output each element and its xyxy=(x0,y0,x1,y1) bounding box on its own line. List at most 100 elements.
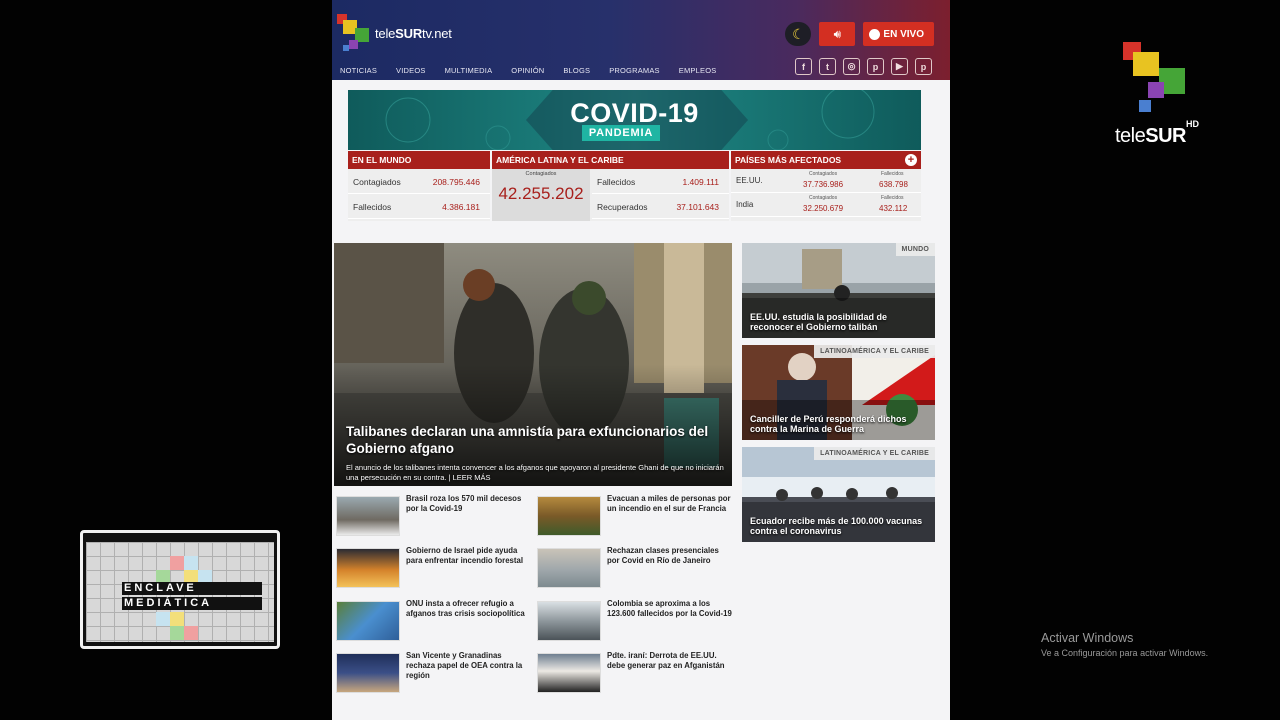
news-thumbnail xyxy=(336,601,400,641)
site-nav: NOTICIAS VIDEOS MULTIMEDIA OPINIÓN BLOGS… xyxy=(340,66,716,75)
nav-item-empleos[interactable]: EMPLEOS xyxy=(679,66,717,75)
nav-item-opinion[interactable]: OPINIÓN xyxy=(511,66,544,75)
card-category-tag[interactable]: LATINOAMÉRICA Y EL CARIBE xyxy=(814,447,935,460)
nav-item-multimedia[interactable]: MULTIMEDIA xyxy=(445,66,493,75)
news-thumbnail xyxy=(537,548,601,588)
stats-countries-header: PAÍSES MÁS AFECTADOS + xyxy=(731,151,921,169)
dark-mode-button[interactable]: ☾ xyxy=(785,22,812,46)
news-thumbnail xyxy=(336,548,400,588)
telesur-hd-logo: teleSUR HD xyxy=(1113,42,1203,152)
logo-bold: SUR xyxy=(1145,125,1186,147)
news-item[interactable]: Rechazan clases presenciales por Covid e… xyxy=(535,546,731,590)
country-name: EE.UU. xyxy=(736,176,763,185)
nav-item-videos[interactable]: VIDEOS xyxy=(396,66,426,75)
brand-prefix: tele xyxy=(375,25,396,41)
news-item[interactable]: ONU insta a ofrecer refugio a afganos tr… xyxy=(334,599,530,643)
sound-button[interactable]: 🔊︎ xyxy=(819,22,856,46)
hero-title[interactable]: Talibanes declaran una amnistía para exf… xyxy=(346,423,726,457)
deaths-caption: Fallecidos xyxy=(881,171,904,177)
expand-plus-icon[interactable]: + xyxy=(905,154,917,166)
stat-label: Fallecidos xyxy=(597,177,636,187)
nav-item-programas[interactable]: PROGRAMAS xyxy=(609,66,660,75)
stats-row: Fallecidos 1.409.111 xyxy=(592,169,729,194)
stat-value: 37.101.643 xyxy=(676,202,719,212)
cases-caption: Contagiados xyxy=(809,171,838,177)
news-headline[interactable]: Evacuan a miles de personas por un incen… xyxy=(607,494,733,514)
site-brand: teleSURtv.net xyxy=(375,26,452,41)
nav-item-blogs[interactable]: BLOGS xyxy=(563,66,590,75)
card-category-tag[interactable]: MUNDO xyxy=(895,243,935,256)
patreon-icon[interactable]: p xyxy=(915,58,932,75)
country-row: India Contagiados 32.250.679 Fallecidos … xyxy=(731,193,921,217)
twitter-icon[interactable]: t xyxy=(819,58,836,75)
logo-prefix: tele xyxy=(1115,125,1146,147)
country-cases: 32.250.679 xyxy=(803,204,844,213)
news-headline[interactable]: Colombia se aproxima a los 123.600 falle… xyxy=(607,599,733,619)
country-deaths: 638.798 xyxy=(879,180,908,189)
moon-icon: ☾ xyxy=(792,25,805,42)
site-header: teleSURtv.net ☾ 🔊︎ EN VIVO NOTICIAS VIDE… xyxy=(332,0,950,80)
hero-story[interactable]: Talibanes declaran una amnistía para exf… xyxy=(334,243,732,486)
site-logo[interactable]: teleSURtv.net xyxy=(337,14,452,52)
windows-activation-watermark: Activar Windows Ve a Configuración para … xyxy=(1041,631,1208,658)
stat-value: 208.795.446 xyxy=(432,177,480,187)
speaker-icon: 🔊︎ xyxy=(833,26,842,41)
news-item[interactable]: San Vicente y Granadinas rechaza papel d… xyxy=(334,651,530,695)
card-title[interactable]: Ecuador recibe más de 100.000 vacunas co… xyxy=(750,516,930,536)
enclave-grid-background: ENCLAVE MEDIÁTICA xyxy=(86,542,274,642)
pinterest-icon[interactable]: p xyxy=(867,58,884,75)
news-headline[interactable]: Gobierno de Israel pide ayuda para enfre… xyxy=(406,546,532,566)
telesur-wordmark: teleSUR xyxy=(1115,125,1186,148)
activation-title: Activar Windows xyxy=(1041,631,1134,645)
news-headline[interactable]: Pdte. iraní: Derrota de EE.UU. debe gene… xyxy=(607,651,733,671)
covid-stats: EN EL MUNDO Contagiados 208.795.446 Fall… xyxy=(348,151,921,221)
news-item[interactable]: Evacuan a miles de personas por un incen… xyxy=(535,494,731,538)
news-thumbnail xyxy=(537,653,601,693)
brand-bold: SUR xyxy=(395,25,423,41)
website-screen: teleSURtv.net ☾ 🔊︎ EN VIVO NOTICIAS VIDE… xyxy=(332,0,950,720)
broadcast-frame: teleSURtv.net ☾ 🔊︎ EN VIVO NOTICIAS VIDE… xyxy=(0,0,1280,720)
news-item[interactable]: Pdte. iraní: Derrota de EE.UU. debe gene… xyxy=(535,651,731,695)
stats-row: Recuperados 37.101.643 xyxy=(592,194,729,219)
side-card[interactable]: MUNDO EE.UU. estudia la posibilidad de r… xyxy=(742,243,935,338)
news-thumbnail xyxy=(336,653,400,693)
news-item[interactable]: Gobierno de Israel pide ayuda para enfre… xyxy=(334,546,530,590)
card-title[interactable]: EE.UU. estudia la posibilidad de reconoc… xyxy=(750,312,930,332)
live-dot-icon xyxy=(869,28,881,40)
hero-description: El anuncio de los talibanes intenta conv… xyxy=(346,463,724,482)
latam-rows: Fallecidos 1.409.111 Recuperados 37.101.… xyxy=(592,169,729,219)
news-headline[interactable]: ONU insta a ofrecer refugio a afganos tr… xyxy=(406,599,532,619)
country-name: India xyxy=(736,200,754,209)
stats-row: Contagiados 208.795.446 xyxy=(348,169,490,194)
stats-latam: AMÉRICA LATINA Y EL CARIBE Contagiados 4… xyxy=(492,151,729,221)
news-item[interactable]: Colombia se aproxima a los 123.600 falle… xyxy=(535,599,733,643)
side-card[interactable]: LATINOAMÉRICA Y EL CARIBE Ecuador recibe… xyxy=(742,447,935,542)
header-buttons: ☾ 🔊︎ EN VIVO xyxy=(785,22,934,46)
card-title[interactable]: Canciller de Perú responderá dichos cont… xyxy=(750,414,930,434)
news-thumbnail xyxy=(537,601,601,641)
stat-value: 1.409.111 xyxy=(682,177,719,187)
news-headline[interactable]: San Vicente y Granadinas rechaza papel d… xyxy=(406,651,532,681)
latam-cases-cell: Contagiados 42.255.202 xyxy=(492,169,590,221)
enclave-line2: MEDIÁTICA xyxy=(122,597,262,610)
news-headline[interactable]: Brasil roza los 570 mil decesos por la C… xyxy=(406,494,532,514)
covid-banner[interactable]: COVID-19 PANDEMIA xyxy=(348,90,921,150)
country-cases: 37.736.986 xyxy=(803,180,844,189)
news-item[interactable]: Brasil roza los 570 mil decesos por la C… xyxy=(334,494,530,538)
stat-value: 4.386.181 xyxy=(442,202,480,212)
stat-label: Contagiados xyxy=(353,177,401,187)
instagram-icon[interactable]: ◎ xyxy=(843,58,860,75)
country-row: EE.UU. Contagiados 37.736.986 Fallecidos… xyxy=(731,169,921,193)
youtube-icon[interactable]: ▶ xyxy=(891,58,908,75)
news-thumbnail xyxy=(336,496,400,536)
enclave-line1: ENCLAVE xyxy=(122,582,262,595)
facebook-icon[interactable]: f xyxy=(795,58,812,75)
nav-item-noticias[interactable]: NOTICIAS xyxy=(340,66,377,75)
card-category-tag[interactable]: LATINOAMÉRICA Y EL CARIBE xyxy=(814,345,935,358)
news-thumbnail xyxy=(537,496,601,536)
side-card[interactable]: LATINOAMÉRICA Y EL CARIBE Canciller de P… xyxy=(742,345,935,440)
live-button[interactable]: EN VIVO xyxy=(863,22,934,46)
news-headline[interactable]: Rechazan clases presenciales por Covid e… xyxy=(607,546,733,566)
telesur-squares-icon xyxy=(1123,42,1185,112)
country-deaths: 432.112 xyxy=(879,204,908,213)
